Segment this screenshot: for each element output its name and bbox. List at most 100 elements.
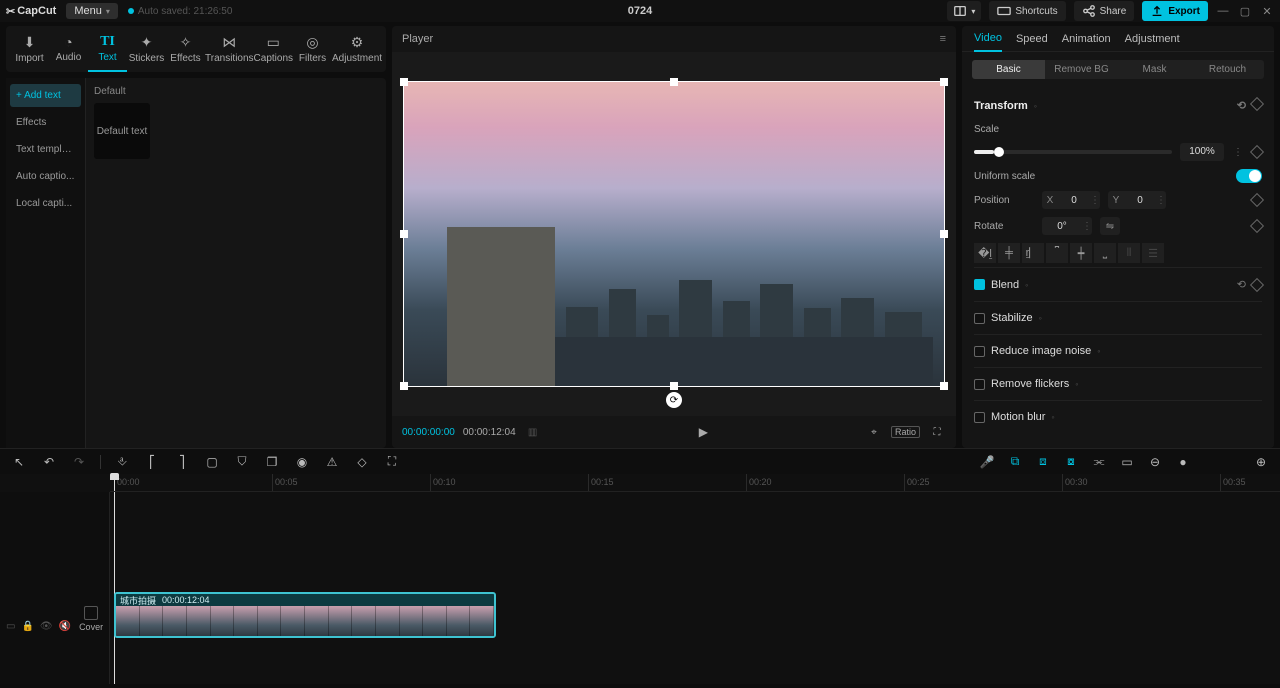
tool-crop[interactable]: ▢ <box>203 455 221 469</box>
tool-redo[interactable]: ↷ <box>70 455 88 469</box>
timeline-ruler[interactable]: 00:0000:0500:1000:1500:2000:2500:3000:35 <box>110 474 1280 492</box>
align-bottom[interactable]: ⎵ <box>1094 243 1116 263</box>
tool-zoom-in[interactable]: ⊕ <box>1252 455 1270 469</box>
window-close[interactable]: ✕ <box>1260 5 1274 18</box>
tool-duplicate[interactable]: ❐ <box>263 455 281 469</box>
rotate-handle[interactable]: ⟳ <box>666 392 682 408</box>
stabilize-checkbox[interactable] <box>974 313 985 324</box>
asset-item-default-text[interactable]: Default text <box>94 103 150 159</box>
uniform-scale-toggle[interactable] <box>1236 169 1262 183</box>
insp-tab-speed[interactable]: Speed <box>1016 27 1048 51</box>
cat-effects[interactable]: Effects <box>10 111 81 134</box>
resize-handle-br[interactable] <box>940 382 948 390</box>
resize-handle-bc[interactable] <box>670 382 678 390</box>
tool-pointer[interactable]: ↖ <box>10 455 28 469</box>
resize-handle-bl[interactable] <box>400 382 408 390</box>
tool-magnet2[interactable]: ⧈ <box>1034 454 1052 469</box>
scale-keyframe[interactable] <box>1250 145 1264 159</box>
play-button[interactable]: ▶ <box>694 425 712 439</box>
resize-handle-tl[interactable] <box>400 78 408 86</box>
tool-crop2[interactable]: ⛶ <box>383 454 401 469</box>
resize-handle-ml[interactable] <box>400 230 408 238</box>
tab-captions[interactable]: ▭Captions <box>254 30 293 72</box>
tab-transitions[interactable]: ⋈Transitions <box>205 30 254 72</box>
tool-keyframe[interactable]: ◇ <box>353 455 371 469</box>
reduce-noise-checkbox[interactable] <box>974 346 985 357</box>
cat-local-captions[interactable]: Local capti... <box>10 192 81 215</box>
track-eye-icon[interactable]: 👁 <box>40 621 53 632</box>
tool-magnet1[interactable]: ⧉ <box>1006 454 1024 469</box>
resize-handle-tc[interactable] <box>670 78 678 86</box>
ratio-button[interactable]: Ratio <box>891 426 920 438</box>
tool-warn[interactable]: ⚠ <box>323 455 341 469</box>
tool-link[interactable]: ⫘ <box>1090 454 1108 469</box>
align-top[interactable]: ⎴ <box>1046 243 1068 263</box>
subtab-basic[interactable]: Basic <box>972 60 1045 79</box>
tool-mic[interactable]: 🎤 <box>978 455 996 469</box>
tool-preview[interactable]: ▭ <box>1118 455 1136 469</box>
blend-reset-icon[interactable]: ⟲ <box>1237 278 1246 291</box>
cat-text-template[interactable]: Text template <box>10 138 81 161</box>
tool-zoom-out[interactable]: ⊖ <box>1146 455 1164 469</box>
export-button[interactable]: Export <box>1142 1 1208 21</box>
timeline-tracks[interactable]: 城市拍摄 00:00:12:04 <box>110 492 1280 684</box>
align-hcenter[interactable]: ╪ <box>998 243 1020 263</box>
cat-auto-captions[interactable]: Auto captio... <box>10 165 81 188</box>
tool-undo[interactable]: ↶ <box>40 455 58 469</box>
position-x-input[interactable]: X0⋮ <box>1042 191 1100 209</box>
track-mute-icon[interactable]: 🔇 <box>59 621 71 632</box>
insp-tab-animation[interactable]: Animation <box>1062 27 1111 51</box>
window-maximize[interactable]: ▢ <box>1238 5 1252 18</box>
tool-trim-left[interactable]: ⎡ <box>143 455 161 469</box>
blend-keyframe[interactable] <box>1250 277 1264 291</box>
reset-icon[interactable]: ⟲ <box>1237 99 1246 112</box>
scale-value[interactable]: 100% <box>1180 143 1224 161</box>
share-button[interactable]: Share <box>1074 1 1135 21</box>
tool-protect[interactable]: ⛉ <box>233 454 251 469</box>
video-clip[interactable]: 城市拍摄 00:00:12:04 <box>114 592 496 638</box>
tab-import[interactable]: ⬇Import <box>10 30 49 72</box>
cover-button[interactable]: Cover <box>79 606 103 632</box>
keyframe-icon[interactable] <box>1250 97 1264 111</box>
subtab-remove-bg[interactable]: Remove BG <box>1045 60 1118 79</box>
tab-audio[interactable]: ◔Audio <box>49 30 88 72</box>
subtab-retouch[interactable]: Retouch <box>1191 60 1264 79</box>
player-menu-icon[interactable]: ≡ <box>940 33 946 45</box>
menu-button[interactable]: Menu▾ <box>66 3 118 19</box>
window-minimize[interactable]: ― <box>1216 5 1230 17</box>
insp-tab-video[interactable]: Video <box>974 26 1002 52</box>
position-keyframe[interactable] <box>1250 193 1264 207</box>
tool-zoom-dot[interactable]: ● <box>1174 455 1192 469</box>
position-y-input[interactable]: Y0⋮ <box>1108 191 1166 209</box>
resize-handle-mr[interactable] <box>940 230 948 238</box>
rotate-keyframe[interactable] <box>1250 219 1264 233</box>
tool-trim-right[interactable]: ⎤ <box>173 455 191 469</box>
rotate-input[interactable]: 0°⋮ <box>1042 217 1092 235</box>
subtab-mask[interactable]: Mask <box>1118 60 1191 79</box>
tab-adjustment[interactable]: ⚙Adjustment <box>332 30 382 72</box>
align-vcenter[interactable]: ┿ <box>1070 243 1092 263</box>
tab-text[interactable]: TIText <box>88 30 127 72</box>
layout-button[interactable]: ▾ <box>947 1 981 21</box>
player-canvas[interactable]: ⟳ <box>404 82 944 386</box>
tool-magnet3[interactable]: ⧇ <box>1062 454 1080 469</box>
motion-blur-checkbox[interactable] <box>974 412 985 423</box>
fullscreen-icon[interactable]: ⛶ <box>928 427 946 438</box>
playhead[interactable] <box>114 492 115 684</box>
tool-record[interactable]: ◉ <box>293 455 311 469</box>
insp-tab-adjustment[interactable]: Adjustment <box>1125 27 1180 51</box>
mirror-button[interactable]: ⇋ <box>1100 217 1120 235</box>
cat-add-text[interactable]: + Add text <box>10 84 81 107</box>
compare-icon[interactable]: ▥ <box>524 427 542 438</box>
align-left[interactable]: �ḻ <box>974 243 996 263</box>
player-viewport[interactable]: ⟳ <box>392 52 956 416</box>
scan-icon[interactable]: ⌖ <box>865 427 883 438</box>
resize-handle-tr[interactable] <box>940 78 948 86</box>
shortcuts-button[interactable]: Shortcuts <box>989 1 1065 21</box>
tool-split[interactable]: ⎀ <box>113 454 131 469</box>
scale-slider[interactable] <box>974 150 1172 154</box>
tab-effects[interactable]: ✧Effects <box>166 30 205 72</box>
tab-stickers[interactable]: ✦Stickers <box>127 30 166 72</box>
remove-flickers-checkbox[interactable] <box>974 379 985 390</box>
track-lock2-icon[interactable]: 🔒 <box>21 621 33 632</box>
